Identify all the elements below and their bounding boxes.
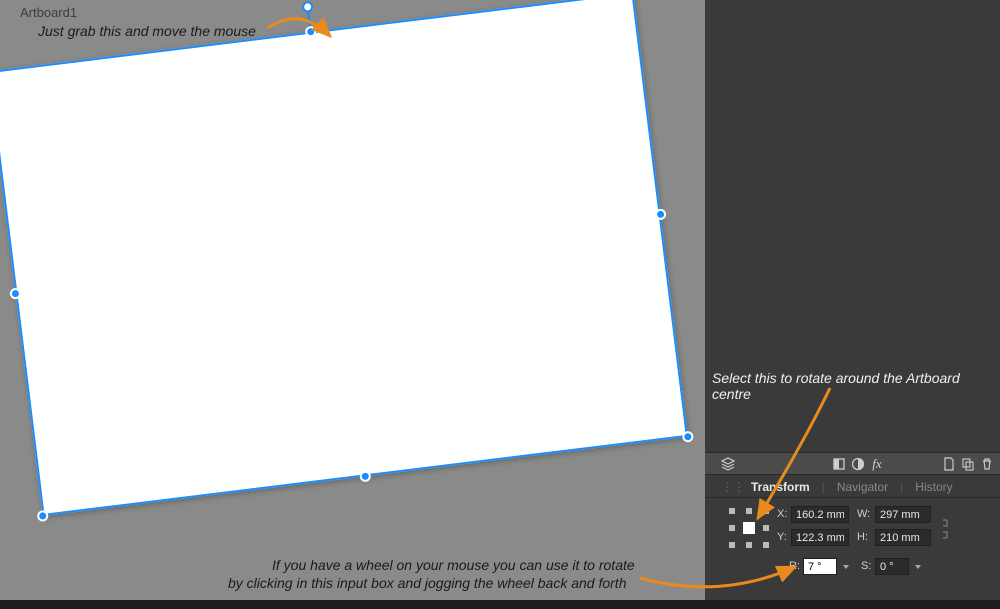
fill-icon[interactable]	[830, 455, 848, 473]
tab-navigator[interactable]: Navigator	[837, 480, 888, 494]
panel-strip: fx	[705, 452, 1000, 475]
input-shear[interactable]	[875, 558, 909, 575]
annotation-wheel-1: If you have a wheel on your mouse you ca…	[272, 557, 635, 573]
layers-icon[interactable]	[719, 455, 737, 473]
adjust-icon[interactable]	[849, 455, 867, 473]
label-w: W:	[857, 508, 870, 520]
input-w[interactable]	[875, 506, 931, 523]
bottom-bar	[0, 600, 1000, 609]
label-x: X:	[777, 508, 787, 520]
handle-bl[interactable]	[37, 510, 49, 522]
transform-panel: X: W: Y: H: R: S:	[705, 498, 1000, 583]
input-rotation[interactable]	[803, 558, 837, 575]
annotation-grab: Just grab this and move the mouse	[38, 23, 256, 39]
handle-mr[interactable]	[654, 208, 666, 220]
annotation-centre: Select this to rotate around the Artboar…	[712, 370, 1000, 402]
tab-history[interactable]: History	[915, 480, 952, 494]
panel-tabs: ⋮⋮ Transform | Navigator | History	[705, 476, 1000, 498]
link-wh-icon[interactable]	[941, 518, 951, 543]
rotation-dropdown-caret[interactable]	[843, 565, 849, 569]
artboard-rect[interactable]	[0, 0, 688, 516]
doc-icon[interactable]	[940, 455, 958, 473]
annotation-wheel-2: by clicking in this input box and joggin…	[228, 575, 626, 591]
tab-transform[interactable]: Transform	[751, 480, 810, 494]
canvas-area[interactable]: Artboard1 Just grab this and move the mo…	[0, 0, 705, 600]
tab-grip-icon[interactable]: ⋮⋮	[721, 480, 745, 494]
input-y[interactable]	[791, 529, 849, 546]
trash-icon[interactable]	[978, 455, 996, 473]
label-s: S:	[861, 560, 871, 572]
anchor-widget[interactable]	[727, 506, 771, 550]
shear-dropdown-caret[interactable]	[915, 565, 921, 569]
label-r: R:	[789, 560, 800, 572]
input-h[interactable]	[875, 529, 931, 546]
label-y: Y:	[777, 531, 787, 543]
artboard-label: Artboard1	[20, 5, 77, 20]
label-h: H:	[857, 531, 868, 543]
artboard-selection[interactable]	[0, 0, 688, 516]
fx-icon[interactable]: fx	[868, 455, 886, 473]
handle-br[interactable]	[682, 431, 694, 443]
rotation-handle[interactable]	[302, 1, 314, 13]
handle-bm[interactable]	[359, 470, 371, 482]
input-x[interactable]	[791, 506, 849, 523]
copy-icon[interactable]	[959, 455, 977, 473]
right-panel: Select this to rotate around the Artboar…	[705, 0, 1000, 600]
